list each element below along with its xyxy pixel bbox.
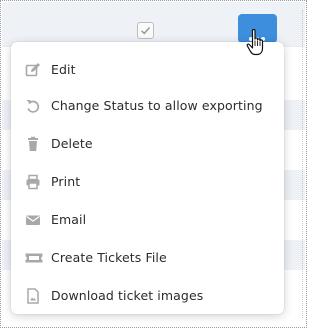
menu-item-print[interactable]: Print [11, 166, 284, 198]
menu-item-label: Download ticket images [51, 288, 204, 303]
undo-icon [25, 98, 41, 114]
menu-item-edit[interactable]: Edit [11, 54, 284, 86]
ticket-icon [25, 250, 43, 266]
file-image-icon [25, 288, 41, 304]
menu-item-label: Print [51, 174, 81, 189]
menu-item-label: Change Status to allow exporting [51, 98, 263, 113]
printer-icon [25, 174, 41, 190]
hand-cursor-icon [246, 28, 264, 56]
envelope-icon [25, 212, 41, 228]
menu-item-download-ticket-images[interactable]: Download ticket images [11, 280, 284, 312]
select-row-checkbox[interactable] [137, 22, 154, 39]
menu-item-label: Edit [51, 62, 76, 77]
menu-item-delete[interactable]: Delete [11, 128, 284, 160]
menu-item-label: Create Tickets File [51, 250, 167, 265]
actions-dropdown-menu: Edit Change Status to allow exporting De… [11, 42, 284, 314]
check-icon [140, 27, 151, 35]
menu-item-label: Email [51, 212, 87, 227]
edit-icon [25, 62, 41, 78]
trash-icon [25, 136, 41, 152]
right-border [302, 10, 303, 318]
menu-item-email[interactable]: Email [11, 204, 284, 236]
menu-item-label: Delete [51, 136, 93, 151]
menu-item-change-status[interactable]: Change Status to allow exporting [11, 90, 284, 122]
menu-item-create-tickets-file[interactable]: Create Tickets File [11, 242, 284, 274]
